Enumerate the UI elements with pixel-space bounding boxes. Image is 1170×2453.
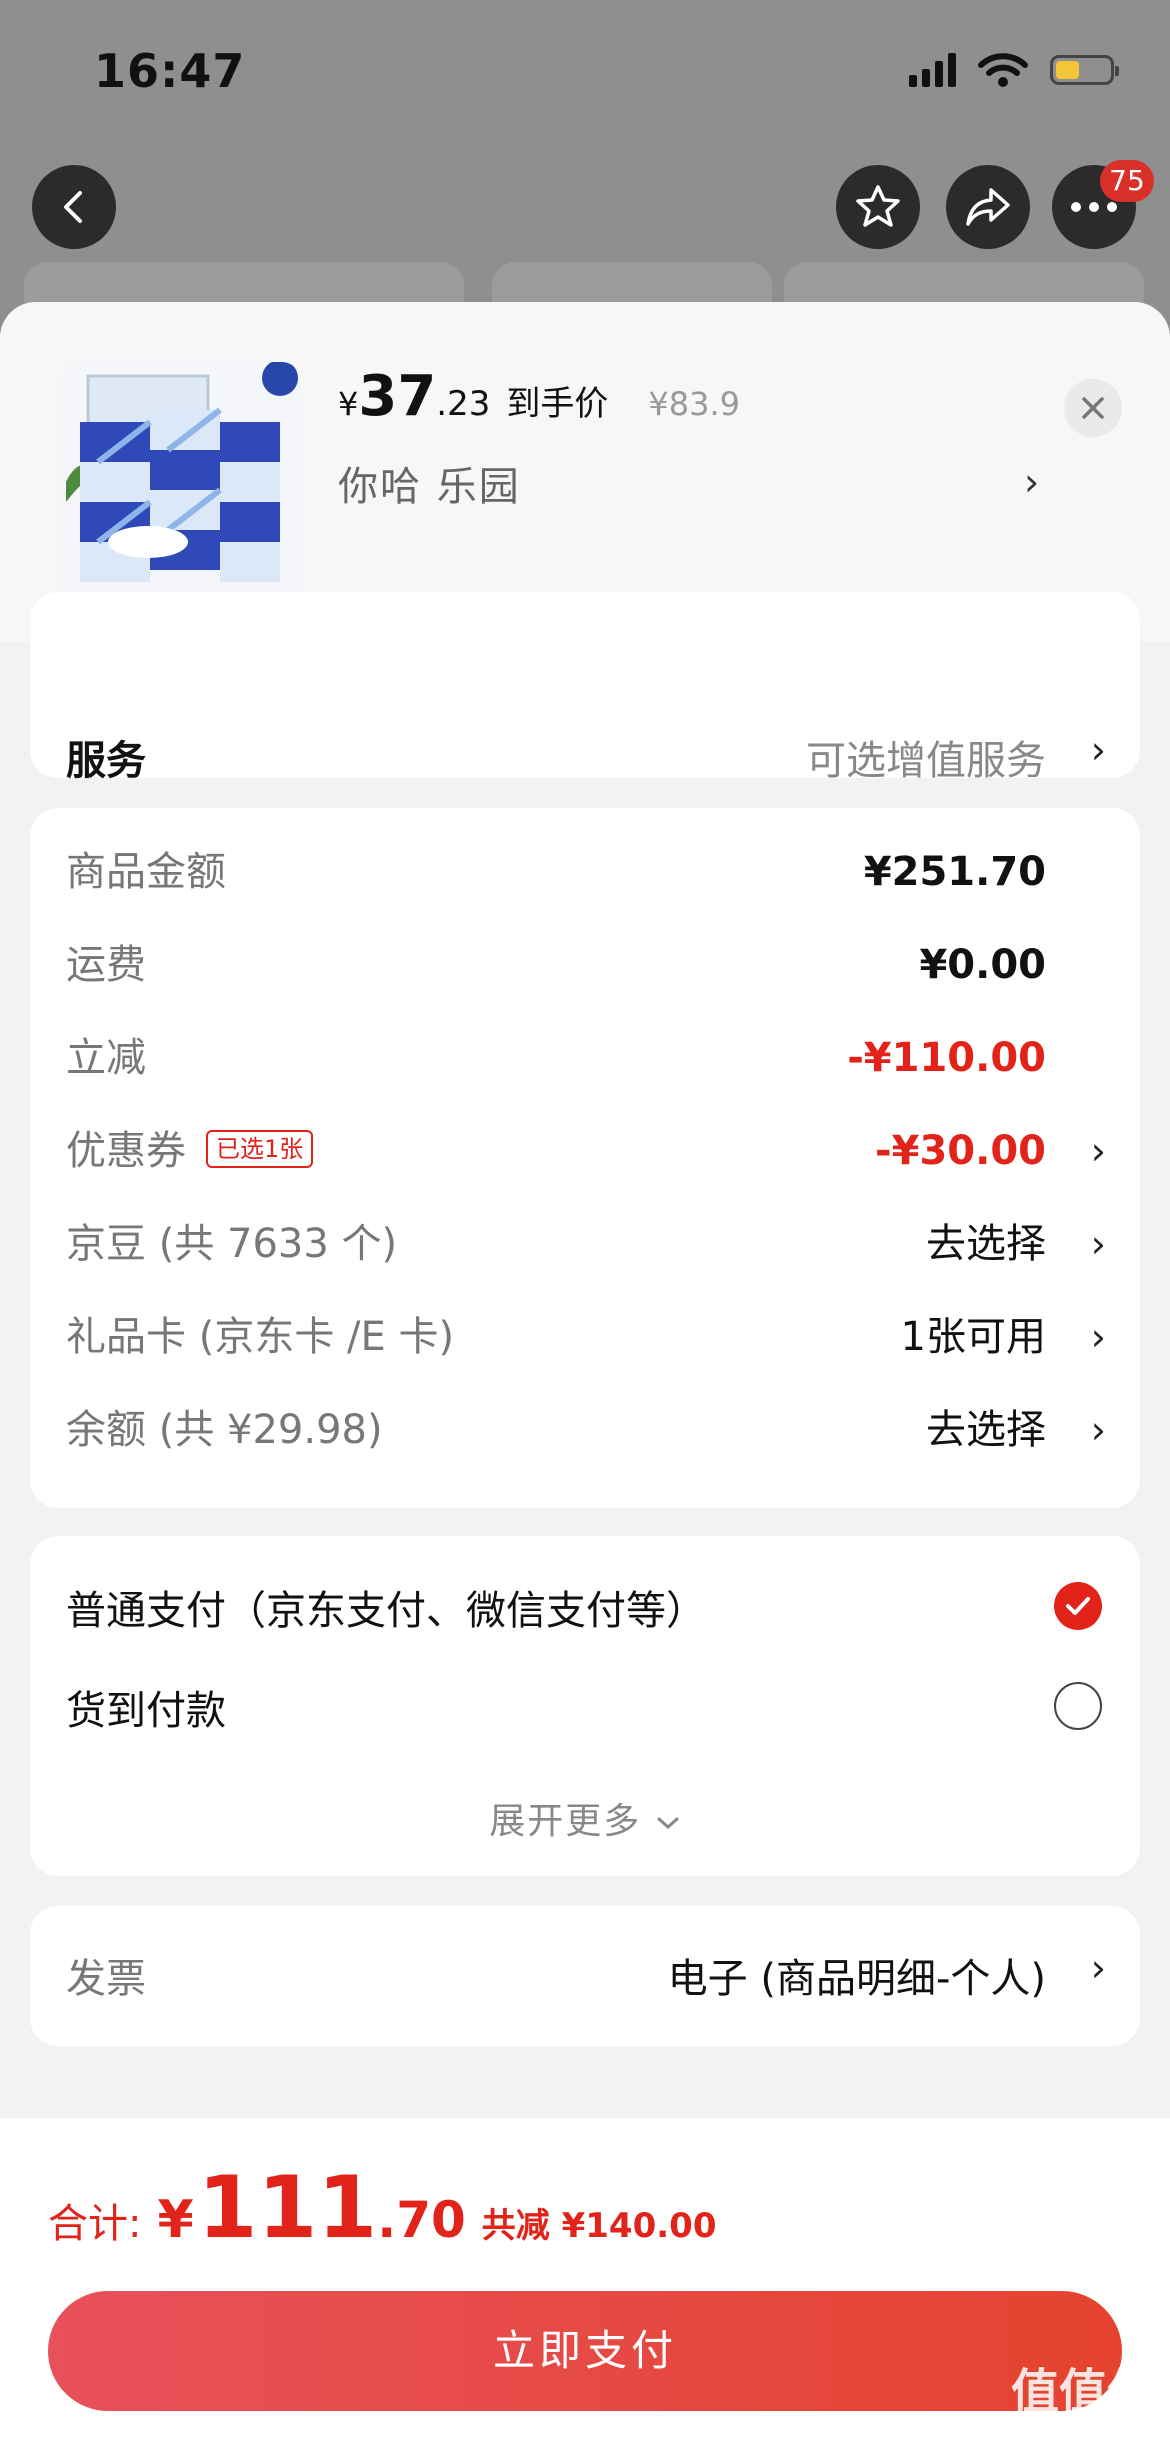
total-row: 合计: ¥ 111 .70 共减 ¥140.00 [48, 2158, 716, 2258]
summary-row-discount: 立减 -¥110.00 [30, 1028, 1140, 1088]
watermark-logo: 值值值 zhizhizhi.com [1008, 2365, 1158, 2441]
total-saved: 共减 ¥140.00 [481, 2206, 717, 2246]
summary-row-goods: 商品金额 ¥251.70 [30, 842, 1140, 902]
final-price-label: 到手价 [506, 384, 609, 424]
close-button[interactable] [1064, 379, 1122, 437]
price-row: ¥ 37 .23 到手价 ¥83.9 [338, 364, 740, 429]
coupon-label: 优惠券 [66, 1128, 186, 1174]
radio-checked-icon[interactable] [1054, 1582, 1102, 1630]
summary-row-jingdou[interactable]: 京豆 (共 7633 个) 去选择 › [30, 1214, 1140, 1274]
star-icon [856, 185, 900, 227]
back-button[interactable] [32, 165, 116, 249]
price-integer: 37 [358, 364, 437, 429]
summary-label: 优惠券 已选1张 [66, 1121, 314, 1181]
wifi-icon [978, 53, 1028, 87]
payment-option-normal[interactable]: 普通支付（京东支付、微信支付等） [66, 1578, 706, 1636]
summary-label: 立减 [66, 1035, 146, 1081]
chevron-right-icon[interactable]: › [1091, 1214, 1106, 1274]
favorite-button[interactable] [836, 165, 920, 249]
product-header: ¥ 37 .23 到手价 ¥83.9 你哈 乐园 › [0, 302, 1170, 642]
bottom-action-bar: 合计: ¥ 111 .70 共减 ¥140.00 立即支付 [0, 2118, 1170, 2453]
close-icon [1082, 397, 1104, 419]
chevron-down-icon [657, 1817, 679, 1830]
summary-value: ¥251.70 [863, 849, 1046, 895]
tissue-pack-image [58, 362, 300, 604]
summary-row-balance[interactable]: 余额 (共 ¥29.98) 去选择 › [30, 1400, 1140, 1460]
invoice-value[interactable]: 电子 (商品明细-个人) [668, 1946, 1046, 2004]
product-image [58, 362, 300, 604]
summary-value[interactable]: 去选择 [926, 1214, 1046, 1274]
summary-label: 商品金额 [66, 849, 226, 895]
battery-icon [1050, 55, 1119, 85]
status-icons [909, 52, 1119, 88]
service-title: 服务 [66, 738, 146, 784]
service-value[interactable]: 可选增值服务 [806, 728, 1046, 786]
expand-more-label: 展开更多 [489, 1801, 642, 1842]
status-bar: 16:47 [0, 0, 1170, 140]
price-decimal: .23 [436, 384, 491, 424]
chevron-right-icon[interactable]: › [1091, 1946, 1106, 1990]
payment-option-cod[interactable]: 货到付款 [66, 1678, 226, 1736]
original-price: ¥83.9 [648, 385, 740, 423]
watermark-main: 值值值 [1010, 2364, 1155, 2420]
summary-label: 礼品卡 (京东卡 /E 卡) [66, 1314, 455, 1360]
amount-summary-card: 商品金额 ¥251.70 运费 ¥0.00 立减 -¥110.00 优惠券 已选1… [30, 808, 1140, 1508]
notification-badge: 75 [1100, 160, 1154, 202]
share-button[interactable] [946, 165, 1030, 249]
payment-method-card: 普通支付（京东支付、微信支付等） 货到付款 展开更多 [30, 1536, 1140, 1876]
share-icon [966, 188, 1010, 226]
coupon-selected-tag: 已选1张 [206, 1130, 314, 1168]
chevron-left-icon [64, 191, 82, 223]
summary-value[interactable]: -¥30.00 [875, 1121, 1046, 1181]
chevron-right-icon[interactable]: › [1024, 460, 1039, 504]
total-decimal: .70 [377, 2191, 466, 2249]
chevron-right-icon[interactable]: › [1091, 728, 1106, 772]
summary-value: -¥110.00 [847, 1035, 1046, 1081]
more-dots-icon [1071, 202, 1117, 212]
summary-value[interactable]: 去选择 [926, 1400, 1046, 1460]
total-label: 合计: [48, 2201, 142, 2247]
total-integer: 111 [197, 2158, 378, 2258]
expand-more-button[interactable]: 展开更多 [30, 1792, 1140, 1844]
invoice-card[interactable]: 发票 电子 (商品明细-个人) › [30, 1906, 1140, 2046]
summary-value[interactable]: 1张可用 [901, 1307, 1046, 1367]
variant-selector[interactable]: 你哈 乐园 [338, 454, 521, 512]
pay-now-button[interactable]: 立即支付 [48, 2291, 1122, 2411]
chevron-right-icon[interactable]: › [1091, 1121, 1106, 1181]
price-currency: ¥ [338, 385, 359, 423]
signal-icon [909, 53, 956, 87]
invoice-label: 发票 [66, 1956, 146, 2002]
summary-row-giftcard[interactable]: 礼品卡 (京东卡 /E 卡) 1张可用 › [30, 1307, 1140, 1367]
total-currency: ¥ [157, 2190, 194, 2250]
status-time: 16:47 [94, 44, 246, 98]
summary-value: ¥0.00 [919, 942, 1046, 988]
summary-row-shipping: 运费 ¥0.00 [30, 935, 1140, 995]
chevron-right-icon[interactable]: › [1091, 1307, 1106, 1367]
summary-label: 运费 [66, 942, 146, 988]
chevron-right-icon[interactable]: › [1091, 1400, 1106, 1460]
radio-unchecked-icon[interactable] [1054, 1682, 1102, 1730]
watermark-sub: zhizhizhi.com [1022, 2419, 1144, 2440]
summary-label: 余额 (共 ¥29.98) [66, 1407, 383, 1453]
summary-row-coupon[interactable]: 优惠券 已选1张 -¥30.00 › [30, 1121, 1140, 1181]
check-icon [1066, 1597, 1090, 1615]
summary-label: 京豆 (共 7633 个) [66, 1221, 398, 1267]
service-card[interactable]: 服务 可选增值服务 › [30, 592, 1140, 784]
